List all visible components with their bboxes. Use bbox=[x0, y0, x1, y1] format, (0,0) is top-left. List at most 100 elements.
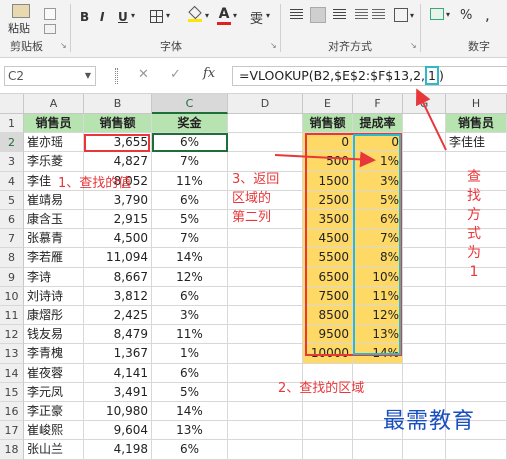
cell[interactable] bbox=[446, 286, 507, 306]
row-header-7[interactable]: 7 bbox=[0, 229, 24, 249]
cell[interactable] bbox=[228, 152, 303, 172]
cell[interactable] bbox=[403, 382, 446, 402]
salesperson-cell[interactable]: 李元凤 bbox=[24, 382, 84, 402]
formula-input[interactable]: =VLOOKUP(B2,$E$2:$F$13,2, 1) bbox=[232, 66, 507, 86]
phonetic-button[interactable]: 雯 bbox=[250, 8, 263, 27]
cell[interactable] bbox=[228, 114, 303, 134]
name-box-dropdown-icon[interactable]: ▼ bbox=[85, 67, 91, 85]
decrease-indent-icon[interactable] bbox=[355, 9, 368, 21]
cell[interactable] bbox=[303, 421, 353, 441]
font-color-button[interactable]: A bbox=[217, 6, 231, 26]
salesperson-cell[interactable]: 钱友易 bbox=[24, 325, 84, 345]
bonus-cell[interactable]: 6% bbox=[152, 286, 228, 306]
enter-icon[interactable]: ✓ bbox=[170, 67, 181, 82]
cell[interactable] bbox=[403, 286, 446, 306]
underline-dropdown-icon[interactable]: ▾ bbox=[131, 11, 135, 20]
sales-amount-cell[interactable]: 1,367 bbox=[84, 344, 152, 364]
column-header-d[interactable]: D bbox=[228, 94, 303, 114]
cell[interactable] bbox=[403, 344, 446, 364]
cell[interactable] bbox=[228, 248, 303, 268]
cell[interactable] bbox=[403, 171, 446, 191]
comma-button[interactable]: , bbox=[485, 6, 490, 24]
cell[interactable] bbox=[403, 190, 446, 210]
column-title[interactable]: 提成率 bbox=[353, 114, 403, 134]
cell[interactable] bbox=[403, 229, 446, 249]
salesperson-cell[interactable]: 康含玉 bbox=[24, 210, 84, 230]
bold-button[interactable]: B bbox=[80, 10, 89, 24]
align-center-icon[interactable] bbox=[310, 7, 326, 23]
sales-amount-cell[interactable]: 3,790 bbox=[84, 190, 152, 210]
column-header-f[interactable]: F bbox=[353, 94, 403, 114]
cell[interactable] bbox=[228, 286, 303, 306]
sales-amount-cell[interactable]: 4,500 bbox=[84, 229, 152, 249]
salesperson-cell[interactable]: 李正豪 bbox=[24, 402, 84, 422]
merge-center-icon[interactable] bbox=[394, 8, 408, 22]
alignment-launcher-icon[interactable]: ↘ bbox=[410, 41, 417, 50]
name-box[interactable]: C2 ▼ bbox=[4, 66, 96, 86]
cell[interactable] bbox=[403, 152, 446, 172]
cell[interactable] bbox=[446, 363, 507, 383]
cell[interactable] bbox=[403, 210, 446, 230]
bonus-cell[interactable]: 3% bbox=[152, 306, 228, 326]
paste-button[interactable]: 粘贴 bbox=[6, 4, 38, 36]
cell[interactable] bbox=[303, 402, 353, 422]
sales-amount-cell[interactable]: 8,667 bbox=[84, 267, 152, 287]
bonus-cell[interactable]: 5% bbox=[152, 210, 228, 230]
row-header-8[interactable]: 8 bbox=[0, 248, 24, 268]
sales-amount-cell[interactable]: 4,827 bbox=[84, 152, 152, 172]
column-header-h[interactable]: H bbox=[446, 94, 507, 114]
increase-indent-icon[interactable] bbox=[372, 9, 385, 21]
sales-amount-cell[interactable]: 8,479 bbox=[84, 325, 152, 345]
sales-amount-cell[interactable]: 9,604 bbox=[84, 421, 152, 441]
salesperson-cell[interactable]: 崔峻熙 bbox=[24, 421, 84, 441]
bonus-cell[interactable]: 11% bbox=[152, 171, 228, 191]
cell[interactable] bbox=[403, 363, 446, 383]
number-format-icon[interactable] bbox=[430, 8, 444, 20]
cell[interactable] bbox=[446, 344, 507, 364]
bonus-cell[interactable]: 7% bbox=[152, 229, 228, 249]
bonus-cell[interactable]: 14% bbox=[152, 248, 228, 268]
row-header-11[interactable]: 11 bbox=[0, 306, 24, 326]
border-icon[interactable] bbox=[150, 10, 163, 23]
salesperson-cell[interactable]: 李乐菱 bbox=[24, 152, 84, 172]
bonus-cell[interactable]: 6% bbox=[152, 363, 228, 383]
format-painter-icon[interactable] bbox=[44, 8, 56, 20]
column-header-c[interactable]: C bbox=[152, 94, 228, 114]
number-format-dropdown-icon[interactable]: ▾ bbox=[446, 10, 450, 19]
cell[interactable] bbox=[403, 306, 446, 326]
merge-dropdown-icon[interactable]: ▾ bbox=[410, 11, 414, 20]
row-header-6[interactable]: 6 bbox=[0, 210, 24, 230]
fill-color-icon[interactable] bbox=[188, 5, 202, 24]
column-title[interactable]: 销售员 bbox=[446, 114, 507, 134]
bonus-cell[interactable]: 6% bbox=[152, 133, 228, 153]
row-header-2[interactable]: 2 bbox=[0, 133, 24, 153]
column-title[interactable]: 销售额 bbox=[303, 114, 353, 134]
bonus-cell[interactable]: 12% bbox=[152, 267, 228, 287]
cell[interactable] bbox=[228, 421, 303, 441]
font-launcher-icon[interactable]: ↘ bbox=[270, 41, 277, 50]
row-header-17[interactable]: 17 bbox=[0, 421, 24, 441]
border-dropdown-icon[interactable]: ▾ bbox=[166, 11, 170, 20]
row-header-3[interactable]: 3 bbox=[0, 152, 24, 172]
fx-icon[interactable]: fx bbox=[203, 66, 215, 81]
column-title[interactable]: 奖金 bbox=[152, 114, 228, 134]
bonus-cell[interactable]: 11% bbox=[152, 325, 228, 345]
cell[interactable] bbox=[228, 402, 303, 422]
row-header-5[interactable]: 5 bbox=[0, 190, 24, 210]
italic-button[interactable]: I bbox=[100, 10, 104, 24]
column-header-e[interactable]: E bbox=[303, 94, 353, 114]
clipboard-launcher-icon[interactable]: ↘ bbox=[60, 41, 67, 50]
cell[interactable] bbox=[403, 133, 446, 153]
copy-icon[interactable] bbox=[44, 24, 56, 34]
row-header-10[interactable]: 10 bbox=[0, 286, 24, 306]
salesperson-cell[interactable]: 刘诗诗 bbox=[24, 286, 84, 306]
bonus-cell[interactable]: 14% bbox=[152, 402, 228, 422]
cell[interactable] bbox=[228, 267, 303, 287]
align-left-icon[interactable] bbox=[290, 9, 303, 21]
cell[interactable] bbox=[446, 382, 507, 402]
row-header-9[interactable]: 9 bbox=[0, 267, 24, 287]
bonus-cell[interactable]: 5% bbox=[152, 382, 228, 402]
cell[interactable] bbox=[403, 325, 446, 345]
salesperson-cell[interactable]: 崔靖易 bbox=[24, 190, 84, 210]
row-header-12[interactable]: 12 bbox=[0, 325, 24, 345]
